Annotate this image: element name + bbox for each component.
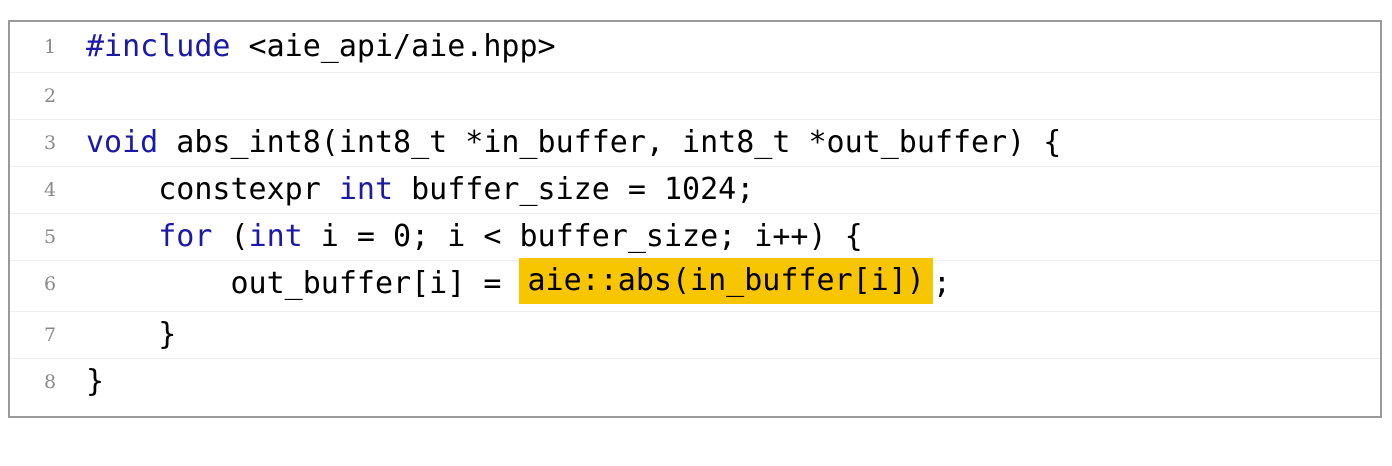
line-number: 1	[44, 36, 57, 58]
code-token: ;	[932, 266, 951, 301]
code-token: abs_int8(int8_t *in_buffer, int8_t *out_…	[158, 125, 1062, 160]
code-token: (	[212, 219, 249, 254]
code-text: void abs_int8(int8_t *in_buffer, int8_t …	[86, 123, 1061, 163]
code-text: out_buffer[i] = aie::abs(in_buffer[i]);	[86, 258, 951, 304]
keyword-token: for	[158, 219, 213, 254]
line-number: 2	[44, 85, 57, 107]
code-line: 6 out_buffer[i] = aie::abs(in_buffer[i])…	[10, 258, 1380, 307]
code-token: constexpr	[86, 172, 339, 207]
keyword-token: int	[248, 219, 303, 254]
code-text: constexpr int buffer_size = 1024;	[86, 170, 754, 210]
code-line: 1 #include <aie_api/aie.hpp>	[10, 24, 1380, 70]
code-line: 4 constexpr int buffer_size = 1024;	[10, 166, 1380, 213]
code-token: <aie_api/aie.hpp>	[230, 29, 556, 64]
code-token: }	[86, 364, 105, 399]
code-text: #include <aie_api/aie.hpp>	[86, 27, 556, 67]
code-token: }	[86, 317, 177, 352]
line-number: 7	[44, 324, 57, 346]
code-text: }	[86, 315, 176, 355]
code-text: }	[86, 362, 104, 402]
code-line: 2	[10, 72, 1380, 119]
code-token: i = 0; i < buffer_size; i++) {	[302, 219, 863, 254]
keyword-token: int	[338, 172, 394, 207]
keyword-token: void	[86, 125, 159, 160]
line-number: 4	[44, 179, 57, 201]
line-number: 8	[44, 371, 57, 393]
highlighted-expression: aie::abs(in_buffer[i])	[519, 258, 933, 304]
keyword-token: #include	[86, 29, 231, 64]
code-line: 7 }	[10, 311, 1380, 358]
code-line: 3 void abs_int8(int8_t *in_buffer, int8_t…	[10, 119, 1380, 166]
line-number: 6	[44, 273, 57, 295]
code-token: buffer_size = 1024;	[393, 172, 755, 207]
code-text: for (int i = 0; i < buffer_size; i++) {	[86, 217, 863, 257]
code-listing: 1 #include <aie_api/aie.hpp> 2 3 void abs_in…	[8, 20, 1382, 418]
code-token: out_buffer[i] =	[86, 266, 520, 301]
line-number: 5	[44, 226, 57, 248]
line-number: 3	[44, 132, 57, 154]
code-line: 5 for (int i = 0; i < buffer_size; i++) …	[10, 213, 1380, 260]
code-line: 8}	[10, 358, 1380, 405]
